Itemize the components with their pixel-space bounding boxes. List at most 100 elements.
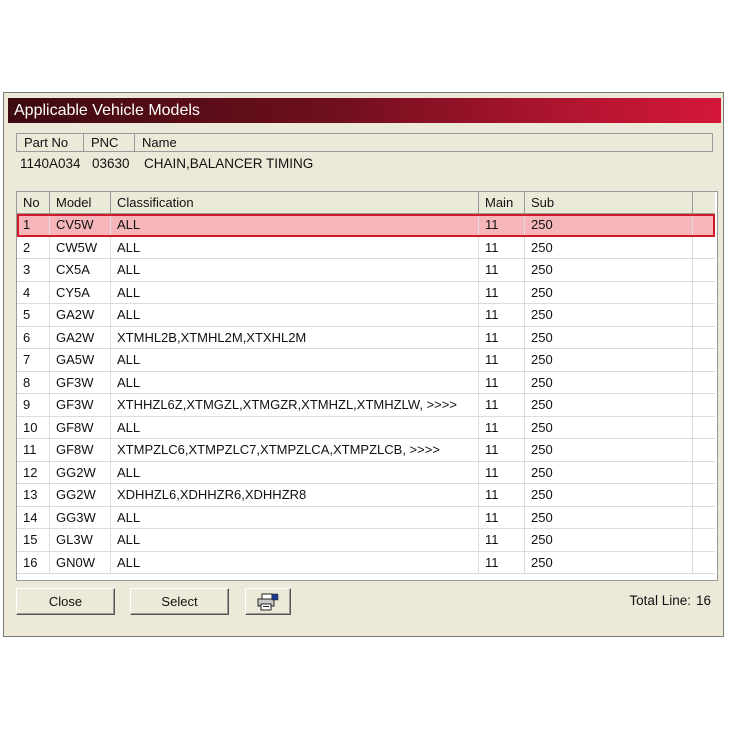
cell-sub: 250 [525,394,693,416]
cell-no: 4 [17,281,50,303]
total-line-label: Total Line: [629,593,691,608]
cell-classification: ALL [111,461,479,483]
cell-classification: ALL [111,371,479,393]
cell-filler [693,349,715,371]
cell-classification: XTMHL2B,XTMHL2M,XTXHL2M [111,326,479,348]
applicable-vehicle-models-window: Applicable Vehicle Models Part No PNC Na… [3,92,724,637]
cell-filler [693,327,715,349]
table-row[interactable]: 4 CY5A ALL 11 250 [17,281,715,304]
table-row[interactable]: 1 CV5W ALL 11 250 [17,214,715,237]
printer-icon [257,593,279,611]
cell-no: 3 [17,259,50,281]
cell-main: 11 [479,236,525,258]
cell-sub: 250 [525,236,693,258]
table-row[interactable]: 9 GF3W XTHHZL6Z,XTMGZL,XTMGZR,XTMHZL,XTMHZ… [17,394,715,417]
cell-model: GG2W [50,484,111,506]
cell-filler [693,417,715,439]
cell-main: 11 [479,506,525,528]
table-row[interactable]: 15 GL3W ALL 11 250 [17,529,715,552]
cell-model: GG3W [50,506,111,528]
table-row[interactable]: 3 CX5A ALL 11 250 [17,259,715,282]
cell-sub: 250 [525,439,693,461]
cell-no: 10 [17,416,50,438]
table-row[interactable]: 2 CW5W ALL 11 250 [17,236,715,259]
table-row[interactable]: 8 GF3W ALL 11 250 [17,371,715,394]
cell-model: GF8W [50,416,111,438]
cell-main: 11 [479,326,525,348]
table-row[interactable]: 14 GG3W ALL 11 250 [17,506,715,529]
cell-model: CW5W [50,236,111,258]
cell-no: 2 [17,236,50,258]
cell-model: GA2W [50,326,111,348]
cell-filler [693,507,715,529]
cell-filler [693,552,715,574]
cell-main: 11 [479,304,525,326]
cell-classification: XDHHZL6,XDHHZR6,XDHHZR8 [111,484,479,506]
cell-main: 11 [479,484,525,506]
cell-model: GF3W [50,371,111,393]
cell-model: GF3W [50,394,111,416]
cell-classification: ALL [111,506,479,528]
column-header-main[interactable]: Main [479,192,525,213]
select-button[interactable]: Select [130,588,229,615]
print-button[interactable] [245,588,291,615]
part-name-value: CHAIN,BALANCER TIMING [144,156,314,171]
column-header-classification[interactable]: Classification [111,192,479,213]
cell-sub: 250 [525,326,693,348]
cell-classification: ALL [111,349,479,371]
cell-classification: XTMPZLC6,XTMPZLC7,XTMPZLCA,XTMPZLCB, >>>… [111,439,479,461]
table-row[interactable]: 6 GA2W XTMHL2B,XTMHL2M,XTXHL2M 11 250 [17,326,715,349]
cell-main: 11 [479,281,525,303]
cell-filler [693,439,715,461]
cell-filler [693,394,715,416]
cell-sub: 250 [525,349,693,371]
cell-classification: ALL [111,551,479,573]
cell-no: 12 [17,461,50,483]
close-button[interactable]: Close [16,588,115,615]
cell-sub: 250 [525,551,693,573]
cell-classification: ALL [111,259,479,281]
cell-no: 9 [17,394,50,416]
cell-filler [693,484,715,506]
cell-no: 16 [17,551,50,573]
pnc-header[interactable]: PNC [84,134,135,151]
cell-classification: ALL [111,416,479,438]
table-row[interactable]: 10 GF8W ALL 11 250 [17,416,715,439]
column-header-model[interactable]: Model [50,192,111,213]
part-header: Part No PNC Name [16,133,713,152]
column-header-no[interactable]: No [17,192,50,213]
cell-main: 11 [479,461,525,483]
cell-main: 11 [479,551,525,573]
cell-sub: 250 [525,529,693,551]
cell-sub: 250 [525,506,693,528]
cell-sub: 250 [525,461,693,483]
cell-model: CX5A [50,259,111,281]
cell-sub: 250 [525,214,693,236]
cell-model: GG2W [50,461,111,483]
cell-filler [693,304,715,326]
cell-filler [693,237,715,259]
table-row[interactable]: 11 GF8W XTMPZLC6,XTMPZLC7,XTMPZLCA,XTMPZLC… [17,439,715,462]
table-row[interactable]: 13 GG2W XDHHZL6,XDHHZR6,XDHHZR8 11 250 [17,484,715,507]
cell-filler [693,259,715,281]
cell-main: 11 [479,529,525,551]
column-header-sub[interactable]: Sub [525,192,693,213]
window-title: Applicable Vehicle Models [8,98,721,123]
name-header[interactable]: Name [135,134,712,151]
cell-filler [693,214,715,236]
cell-main: 11 [479,371,525,393]
table-row[interactable]: 16 GN0W ALL 11 250 [17,551,715,574]
table-row[interactable]: 5 GA2W ALL 11 250 [17,304,715,327]
cell-main: 11 [479,214,525,236]
cell-classification: ALL [111,529,479,551]
cell-sub: 250 [525,259,693,281]
cell-no: 11 [17,439,50,461]
vehicle-models-table[interactable]: No Model Classification Main Sub 1 CV5W AL… [16,191,718,581]
column-header-filler [693,192,715,213]
table-row[interactable]: 7 GA5W ALL 11 250 [17,349,715,372]
pnc-value: 03630 [92,156,130,171]
cell-no: 8 [17,371,50,393]
table-row[interactable]: 12 GG2W ALL 11 250 [17,461,715,484]
part-no-header[interactable]: Part No [17,134,84,151]
cell-main: 11 [479,259,525,281]
